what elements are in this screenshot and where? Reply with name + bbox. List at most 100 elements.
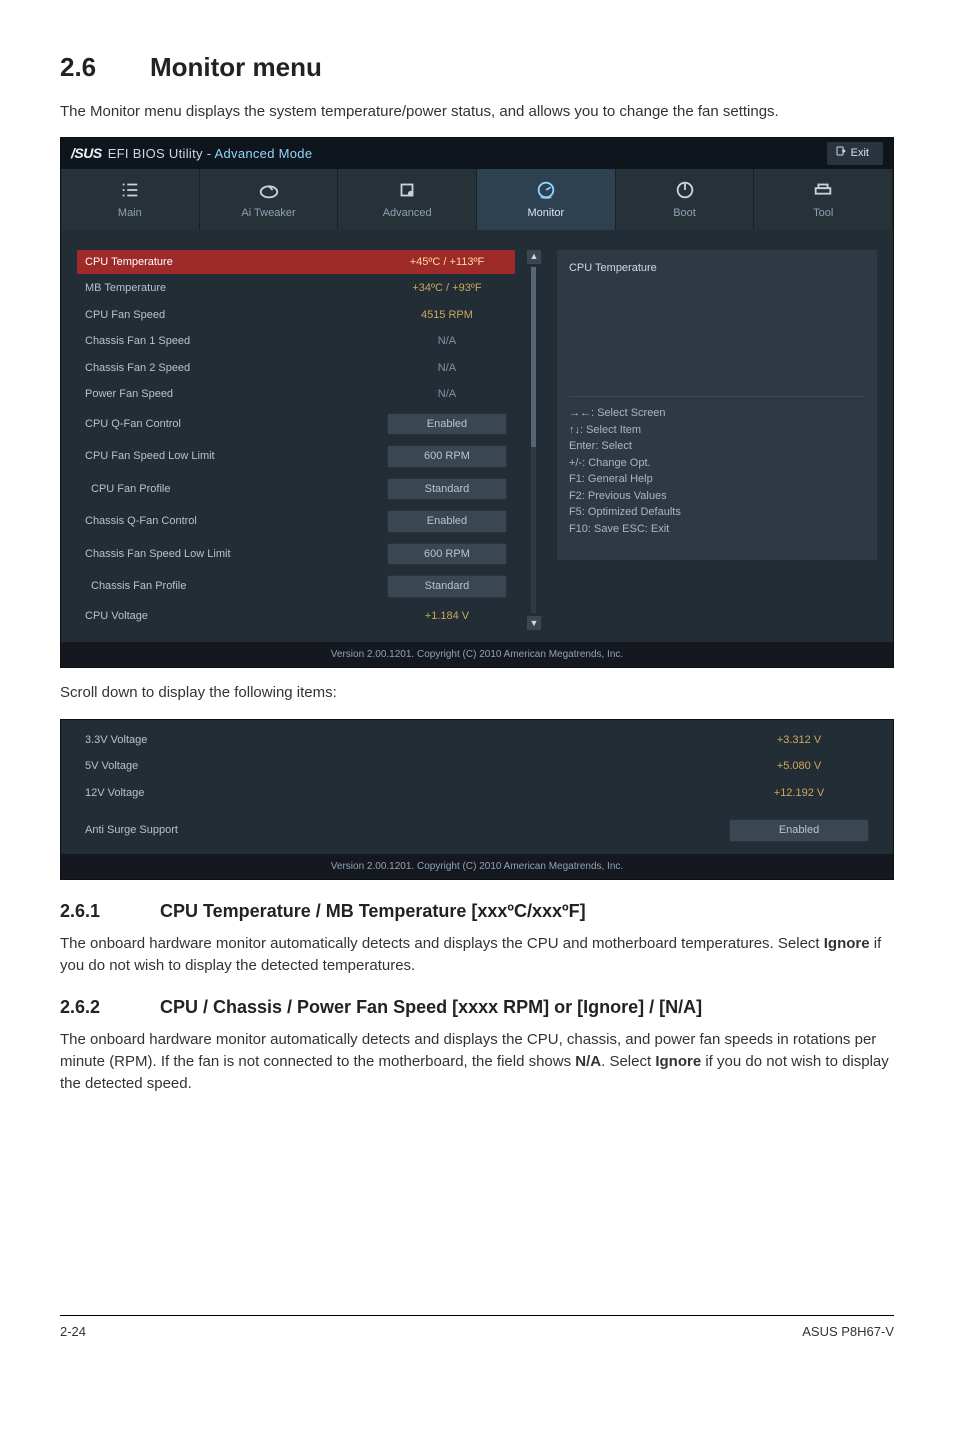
label: CPU Fan Speed	[85, 307, 387, 324]
label: Anti Surge Support	[85, 822, 729, 839]
label: CPU Fan Speed Low Limit	[85, 448, 387, 465]
row-chassis-qfan[interactable]: Chassis Q-Fan Control Enabled	[77, 506, 515, 537]
bios-title-b: Advanced Mode	[215, 146, 313, 161]
section-heading: 2.6Monitor menu	[60, 48, 894, 87]
bios-sidebar: CPU Temperature →←: Select Screen ↑↓: Se…	[557, 250, 877, 560]
tab-advanced[interactable]: Advanced	[338, 169, 477, 230]
value: 4515 RPM	[387, 307, 507, 324]
help-line: +/-: Change Opt.	[569, 455, 865, 472]
label: CPU Q-Fan Control	[85, 416, 387, 433]
row-chassis-fan-low-limit[interactable]: Chassis Fan Speed Low Limit 600 RPM	[77, 539, 515, 570]
value: +3.312 V	[729, 732, 869, 749]
bios-footer: Version 2.00.1201. Copyright (C) 2010 Am…	[61, 642, 893, 667]
label: Chassis Fan Speed Low Limit	[85, 546, 387, 563]
value: N/A	[387, 333, 507, 350]
value[interactable]: 600 RPM	[387, 445, 507, 468]
tab-boot[interactable]: Boot	[616, 169, 755, 230]
row-anti-surge[interactable]: Anti Surge Support Enabled	[77, 815, 877, 846]
scroll-thumb[interactable]	[531, 267, 536, 447]
value: +5.080 V	[729, 758, 869, 775]
tool-icon	[758, 179, 888, 201]
tab-ai-tweaker[interactable]: Ai Tweaker	[200, 169, 339, 230]
list-icon	[65, 179, 195, 201]
bios-topbar: /SUS EFI BIOS Utility - Advanced Mode Ex…	[61, 138, 893, 170]
subsection-2-6-2: 2.6.2CPU / Chassis / Power Fan Speed [xx…	[60, 994, 894, 1021]
row-12v[interactable]: 12V Voltage +12.192 V	[77, 781, 877, 806]
page-number: 2-24	[60, 1322, 86, 1342]
value[interactable]: Enabled	[387, 413, 507, 436]
bios-screenshot-2: 3.3V Voltage +3.312 V 5V Voltage +5.080 …	[60, 719, 894, 880]
label: Chassis Fan Profile	[85, 578, 387, 595]
intro-text: The Monitor menu displays the system tem…	[60, 101, 894, 123]
page-footer: 2-24 ASUS P8H67-V	[60, 1315, 894, 1342]
help-line: F5: Optimized Defaults	[569, 504, 865, 521]
label: Chassis Fan 2 Speed	[85, 360, 387, 377]
scroll-track[interactable]	[531, 267, 536, 614]
row-cpu-qfan[interactable]: CPU Q-Fan Control Enabled	[77, 409, 515, 440]
value[interactable]: Enabled	[729, 819, 869, 842]
help-line: F10: Save ESC: Exit	[569, 521, 865, 538]
scroll-up-icon[interactable]: ▲	[527, 250, 541, 264]
help-line: →←: Select Screen	[569, 405, 865, 422]
label: CPU Temperature	[85, 254, 387, 271]
tweaker-icon	[204, 179, 334, 201]
row-cpu-temperature[interactable]: CPU Temperature +45ºC / +113ºF	[77, 250, 515, 275]
sub2-body: The onboard hardware monitor automatical…	[60, 1029, 894, 1094]
tab-monitor[interactable]: Monitor	[477, 169, 616, 230]
value[interactable]: Standard	[387, 478, 507, 501]
row-chassis-fan-1[interactable]: Chassis Fan 1 Speed N/A	[77, 329, 515, 354]
row-5v[interactable]: 5V Voltage +5.080 V	[77, 754, 877, 779]
value[interactable]: Enabled	[387, 510, 507, 533]
value: N/A	[387, 360, 507, 377]
tab-main[interactable]: Main	[61, 169, 200, 230]
section-title: Monitor menu	[150, 52, 322, 82]
label: Power Fan Speed	[85, 386, 387, 403]
tab-ai-label: Ai Tweaker	[241, 207, 295, 219]
value[interactable]: 600 RPM	[387, 543, 507, 566]
row-mb-temperature[interactable]: MB Temperature +34ºC / +93ºF	[77, 276, 515, 301]
row-chassis-fan-profile[interactable]: Chassis Fan Profile Standard	[77, 571, 515, 602]
row-power-fan[interactable]: Power Fan Speed N/A	[77, 382, 515, 407]
row-chassis-fan-2[interactable]: Chassis Fan 2 Speed N/A	[77, 356, 515, 381]
scrollbar[interactable]: ▲ ▼	[525, 250, 543, 631]
value: +34ºC / +93ºF	[387, 280, 507, 297]
sidebar-divider	[569, 396, 865, 397]
row-cpu-fan-profile[interactable]: CPU Fan Profile Standard	[77, 474, 515, 505]
tab-tool-label: Tool	[813, 207, 833, 219]
tab-mon-label: Monitor	[528, 207, 565, 219]
bios-settings-list: CPU Temperature +45ºC / +113ºF MB Temper…	[77, 250, 515, 631]
help-line: Enter: Select	[569, 438, 865, 455]
row-3v3[interactable]: 3.3V Voltage +3.312 V	[77, 728, 877, 753]
tab-adv-label: Advanced	[383, 207, 432, 219]
bios-brand: /SUS EFI BIOS Utility - Advanced Mode	[71, 143, 312, 164]
label: Chassis Fan 1 Speed	[85, 333, 387, 350]
value: +1.184 V	[387, 608, 507, 625]
exit-label: Exit	[851, 145, 869, 162]
help-line: F2: Previous Values	[569, 488, 865, 505]
value: N/A	[387, 386, 507, 403]
value[interactable]: Standard	[387, 575, 507, 598]
subsection-2-6-1: 2.6.1CPU Temperature / MB Temperature [x…	[60, 898, 894, 925]
row-cpu-fan-speed[interactable]: CPU Fan Speed 4515 RPM	[77, 303, 515, 328]
row-cpu-fan-low-limit[interactable]: CPU Fan Speed Low Limit 600 RPM	[77, 441, 515, 472]
label: Chassis Q-Fan Control	[85, 513, 387, 530]
bios-tabs: Main Ai Tweaker Advanced Monitor Boot To…	[61, 169, 893, 230]
monitor-icon	[481, 179, 611, 201]
value: +45ºC / +113ºF	[387, 254, 507, 271]
row-cpu-voltage[interactable]: CPU Voltage +1.184 V	[77, 604, 515, 629]
chip-icon	[342, 179, 472, 201]
tab-tool[interactable]: Tool	[754, 169, 893, 230]
help-line: ↑↓: Select Item	[569, 422, 865, 439]
bios-screenshot: /SUS EFI BIOS Utility - Advanced Mode Ex…	[60, 137, 894, 669]
exit-button[interactable]: Exit	[827, 142, 883, 166]
tab-boot-label: Boot	[673, 207, 696, 219]
label: CPU Voltage	[85, 608, 387, 625]
scroll-down-icon[interactable]: ▼	[527, 616, 541, 630]
value: +12.192 V	[729, 785, 869, 802]
sub-num: 2.6.1	[60, 898, 160, 925]
bios-footer-2: Version 2.00.1201. Copyright (C) 2010 Am…	[61, 854, 893, 879]
section-number: 2.6	[60, 48, 150, 87]
label: 12V Voltage	[85, 785, 729, 802]
label: CPU Fan Profile	[85, 481, 387, 498]
sidebar-heading: CPU Temperature	[569, 260, 865, 277]
